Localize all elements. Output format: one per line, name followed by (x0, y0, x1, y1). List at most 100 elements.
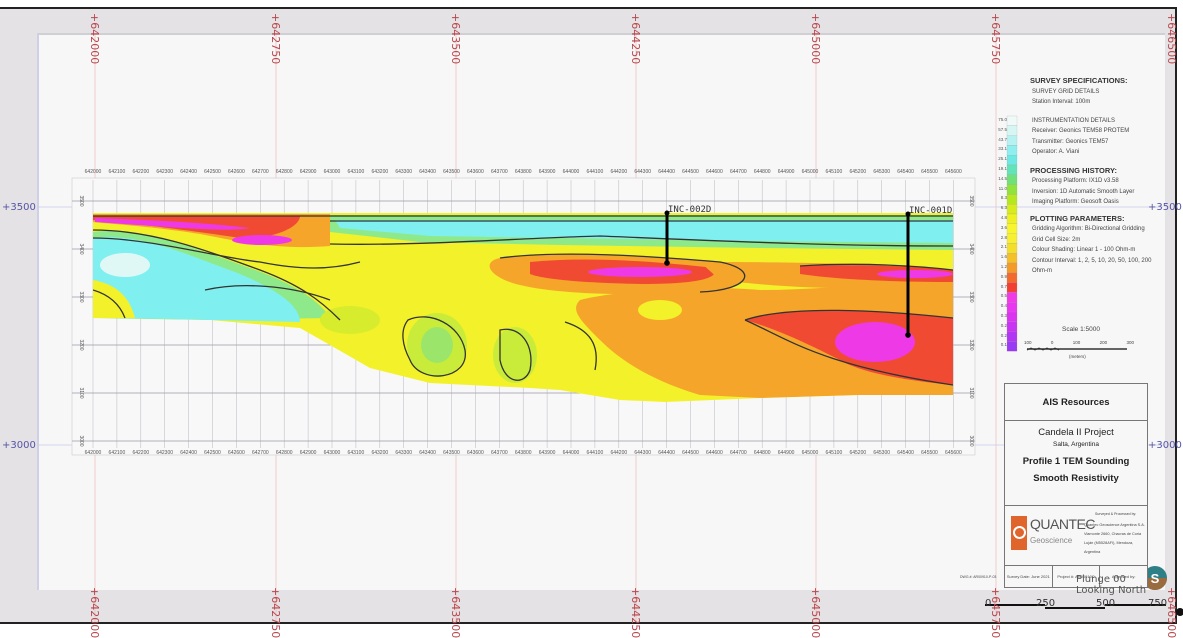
elevation-tick-label: 3100 (78, 387, 84, 398)
legend-swatch (1006, 204, 1018, 215)
legend-scale-ticks: 100 0 100 200 300 (1024, 340, 1134, 345)
section-tick-label: 643100 (348, 450, 365, 456)
section-tick-label: 645400 (897, 169, 914, 175)
section-tick-label: 642300 (156, 169, 173, 175)
title-line2: Smooth Resistivity (1033, 473, 1119, 484)
section-tick-label: 644900 (778, 169, 795, 175)
section-tick-label: 644300 (634, 450, 651, 456)
resistivity-magenta-right (835, 322, 915, 362)
legend-swatch (1006, 243, 1018, 254)
section-tick-label: 643500 (443, 169, 460, 175)
address: Quantec Geoscience Argentina S.A. Viamon… (1084, 521, 1147, 557)
legend-swatch (1006, 174, 1018, 185)
section-tick-label: 643700 (491, 450, 508, 456)
processing-platform: Processing Platform: IX1D v3.58 (1032, 178, 1119, 184)
section-tick-label: 645100 (826, 169, 843, 175)
legend-swatch (1006, 164, 1018, 175)
section-tick-label: 642100 (109, 450, 126, 456)
section-tick-label: 642500 (204, 169, 221, 175)
easting-label: +645000 (809, 13, 822, 65)
section-tick-label: 642000 (85, 169, 102, 175)
survey-date: Survey Date: June 2021 (1005, 566, 1053, 587)
cell-size: Grid Cell Size: 2m (1032, 236, 1081, 243)
project-info: Candela II Project Salta, Argentina Prof… (1005, 421, 1147, 506)
legend-scale: Scale 1:5000 (1062, 326, 1100, 333)
operator: Operator: A. Viani (1032, 149, 1080, 155)
inversion: Inversion: 1D Automatic Smooth Layer (1032, 188, 1135, 195)
section-tick-label: 645200 (849, 169, 866, 175)
section-tick-label: 644700 (730, 450, 747, 456)
scale-label-250: 250 (1036, 598, 1056, 609)
legend-value: 1.6 (1000, 254, 1007, 260)
legend-value: 0.2 (1000, 322, 1007, 328)
section-tick-label: 644200 (610, 169, 627, 175)
section-tick-label: 642700 (252, 450, 269, 456)
section-tick-label: 644600 (706, 169, 723, 175)
scale-label-750: 750 (1148, 598, 1168, 609)
legend-swatch (1006, 145, 1018, 156)
section-tick-label: 643000 (324, 169, 341, 175)
section-tick-label: 645600 (945, 169, 962, 175)
project-location: Salta, Argentina (1053, 441, 1099, 448)
section-tick-label: 642400 (180, 169, 197, 175)
section-tick-label: 645300 (873, 169, 890, 175)
legend-value: 4.8 (1000, 214, 1007, 220)
section-tick-label: 645300 (873, 450, 890, 456)
legend-value: 8.3 (1000, 195, 1007, 201)
scale-tick: 300 (1126, 340, 1134, 345)
address-line: Viamonte 2660, Chacras de Coria (1084, 532, 1142, 536)
northing-label-left-3500: +3500 (2, 202, 36, 213)
easting-label: +644250 (629, 13, 642, 65)
elevation-tick-label: 3400 (78, 243, 84, 254)
legend-swatch (1006, 321, 1018, 332)
section-tick-label: 643600 (467, 450, 484, 456)
title-block: AIS Resources Candela II Project Salta, … (1004, 383, 1148, 588)
elevation-tick-label: 3300 (968, 291, 974, 302)
legend-scale-unit: (meters) (1069, 354, 1086, 359)
section-tick-label: 644900 (778, 450, 795, 456)
elevation-tick-label: 3400 (968, 243, 974, 254)
easting-label: +642000 (88, 13, 101, 65)
legend-swatch (1006, 125, 1018, 136)
quantec-logo-icon (1011, 516, 1027, 550)
section-tick-label: 642100 (109, 169, 126, 175)
elevation-tick-label: 3500 (78, 195, 84, 206)
section-tick-label: 642600 (228, 169, 245, 175)
legend-value: 3.6 (1000, 224, 1007, 230)
section-tick-label: 643200 (371, 169, 388, 175)
resistivity-magenta-mid (588, 267, 692, 277)
elevation-tick-label: 3100 (968, 387, 974, 398)
processing-heading: PROCESSING HISTORY: (1030, 165, 1117, 175)
elevation-tick-label: 3300 (78, 291, 84, 302)
plunge-readout: Plunge 00 (1076, 574, 1126, 585)
legend-value: 0.2 (1000, 332, 1007, 338)
legend-value: 0.3 (1000, 312, 1007, 318)
elevation-tick-label: 3000 (968, 435, 974, 446)
section-tick-label: 643900 (539, 169, 556, 175)
legend-swatch (1006, 331, 1018, 342)
contour-interval: Contour Interval: 1, 2, 5, 10, 20, 50, 1… (1032, 257, 1152, 275)
section-tick-label: 644300 (634, 169, 651, 175)
section-tick-label: 644100 (587, 169, 604, 175)
section-tick-label: 643200 (371, 450, 388, 456)
northing-label-right-3000: +3000 (1148, 440, 1182, 451)
legend-value: 0.9 (1000, 273, 1007, 279)
station-interval: Station Interval: 100m (1032, 99, 1091, 105)
section-tick-label: 643500 (443, 450, 460, 456)
legend-value: 25.1 (998, 156, 1007, 162)
scale-tick: 100 (1024, 340, 1032, 345)
section-tick-label: 642200 (132, 169, 149, 175)
legend-swatch (1006, 292, 1018, 303)
transmitter: Transmitter: Geonics TEM57 (1032, 138, 1109, 145)
scale-tick: 100 (1072, 340, 1081, 345)
section-tick-label: 644700 (730, 169, 747, 175)
legend-swatch (1006, 341, 1018, 352)
section-tick-label: 643800 (515, 450, 532, 456)
easting-label: +644250 (629, 587, 642, 638)
section-tick-label: 643300 (395, 450, 412, 456)
section-tick-label: 645500 (921, 450, 938, 456)
section-tick-label: 642900 (300, 450, 317, 456)
section-tick-label: 643900 (539, 450, 556, 456)
legend-value: 14.5 (998, 175, 1007, 181)
receiver: Receiver: Geonics TEM58 PROTEM (1032, 128, 1130, 134)
